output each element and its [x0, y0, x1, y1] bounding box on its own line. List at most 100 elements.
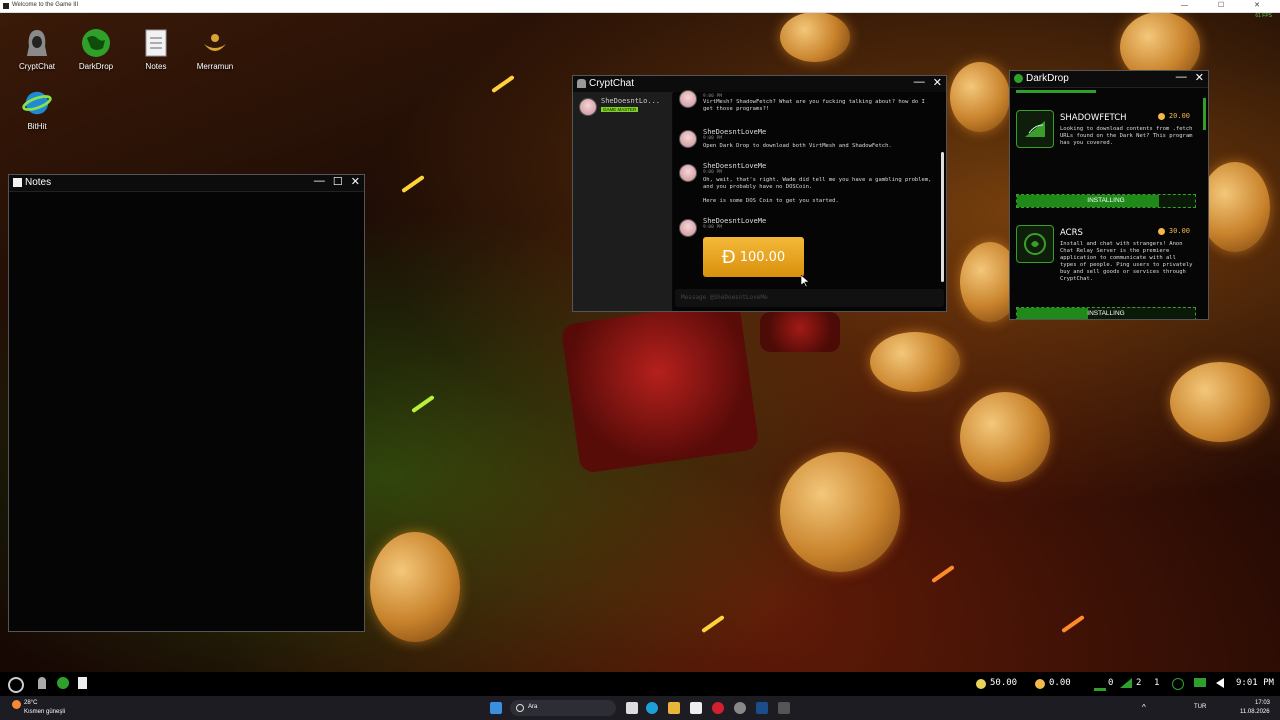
signal-icon: [1120, 678, 1132, 688]
search-placeholder: Ara: [528, 704, 538, 710]
taskbar-time[interactable]: 17:03: [1255, 700, 1270, 706]
doscoin-icon: [1035, 679, 1045, 689]
program-description: Install and chat with strangers! Anon Ch…: [1060, 241, 1193, 282]
desktop-icon-label: Notes: [145, 62, 167, 71]
search-icon: [516, 704, 524, 712]
os-window-controls[interactable]: — ☐ ✕: [1181, 1, 1274, 9]
program-name: SHADOWFETCH: [1060, 113, 1127, 123]
avatar: [679, 130, 697, 148]
tray-chevron-icon[interactable]: ^: [1142, 703, 1146, 712]
edge-icon[interactable]: [646, 702, 658, 714]
coin-icon: [1157, 112, 1165, 120]
weather-temp[interactable]: 28°C: [24, 700, 37, 706]
desktop-icon-notes[interactable]: Notes: [126, 28, 186, 71]
maximize-button[interactable]: ☐: [333, 175, 343, 188]
list-separator: [1016, 90, 1096, 93]
notes-titlebar[interactable]: Notes — ☐ ✕: [9, 175, 364, 192]
monitor-icon[interactable]: [1194, 678, 1206, 687]
desktop-icon-bithit[interactable]: BitHit: [7, 88, 67, 131]
install-progress-bar[interactable]: INSTALLING: [1016, 307, 1196, 319]
message-input[interactable]: Message @SheDoesntLoveMe: [675, 289, 944, 307]
doscoin-icon: Đ: [721, 246, 736, 268]
chat-scrollbar[interactable]: [941, 152, 944, 282]
clock-icon[interactable]: [1172, 678, 1184, 690]
chat-message: 9:00 PM VirtMesh? ShadowFetch? What are …: [677, 90, 937, 113]
wallpaper-spark: [931, 564, 955, 584]
hacker-icon: [22, 28, 52, 58]
network-b-value: 2: [1136, 678, 1142, 688]
globe-icon[interactable]: [57, 677, 69, 689]
message-text: Open Dark Drop to download both VirtMesh…: [703, 143, 892, 149]
contact-name: SheDoesntLo...: [601, 97, 661, 105]
message-time: 9:00 PM: [703, 170, 722, 175]
wallpaper-coin: [780, 452, 900, 572]
darkdrop-titlebar[interactable]: DarkDrop — ✕: [1010, 71, 1208, 88]
task-view-icon[interactable]: [626, 702, 638, 714]
chat-message: SheDoesntLoveMe 9:00 PM: [677, 217, 937, 237]
notepad-icon[interactable]: [78, 677, 87, 689]
windows-start-icon[interactable]: [490, 702, 502, 714]
wallpaper-dice: [760, 312, 840, 352]
wallpaper-coin: [1170, 362, 1270, 442]
message-text: Oh, wait, that's right. Wade did tell me…: [703, 177, 932, 204]
notepad-icon[interactable]: [690, 702, 702, 714]
taskbar-date[interactable]: 11.08.2026: [1240, 709, 1270, 715]
contacts-sidebar: SheDoesntLo... GAME MASTER: [573, 92, 672, 311]
os-taskbar: 28°C Kısmen güneşli Ara ^ TUR 17:03 11.0…: [0, 696, 1280, 720]
opera-icon[interactable]: [712, 702, 724, 714]
steam-icon[interactable]: [756, 702, 768, 714]
chat-message: SheDoesntLoveMe 9:00 PM Oh, wait, that's…: [677, 162, 937, 205]
coin-amount: 100.00: [739, 249, 786, 265]
close-button[interactable]: ✕: [1195, 71, 1204, 84]
hacker-icon[interactable]: [38, 677, 46, 689]
install-progress-bar[interactable]: INSTALLING: [1016, 194, 1196, 208]
avatar: [679, 219, 697, 237]
recorder-icon[interactable]: [734, 702, 746, 714]
message-time: 9:00 PM: [703, 136, 722, 141]
cryptchat-window[interactable]: CryptChat — ✕ SheDoesntLo... GAME MASTER…: [572, 75, 947, 312]
planet-icon: [22, 88, 52, 118]
darkdrop-title: DarkDrop: [1026, 73, 1069, 84]
desktop-icon-merramun[interactable]: Merramun: [185, 28, 245, 71]
speaker-icon[interactable]: [1216, 678, 1224, 688]
darkdrop-window[interactable]: DarkDrop — ✕ SHADOWFETCH 20.00 Looking t…: [1009, 70, 1209, 320]
notes-editor[interactable]: [9, 192, 364, 631]
message-text: VirtMesh? ShadowFetch? What are you fuck…: [703, 99, 929, 112]
desktop-icon-cryptchat[interactable]: CryptChat: [7, 28, 67, 71]
language-indicator[interactable]: TUR: [1194, 704, 1206, 710]
contact-item[interactable]: SheDoesntLo... GAME MASTER: [577, 96, 669, 118]
coin-transfer-card[interactable]: Đ 100.00: [703, 237, 804, 277]
wallpaper-coin: [960, 392, 1050, 482]
notes-window[interactable]: Notes — ☐ ✕: [8, 174, 365, 632]
weather-icon: [12, 700, 21, 709]
list-item: SHADOWFETCH 20.00 Looking to download co…: [1016, 110, 1196, 200]
globe-icon: [81, 28, 111, 58]
avatar: [679, 164, 697, 182]
folder-icon[interactable]: [668, 702, 680, 714]
wallpaper-spark: [1061, 614, 1085, 634]
program-name: ACRS: [1060, 228, 1083, 238]
relay-icon: [1016, 225, 1054, 263]
fetch-icon: [1016, 110, 1054, 148]
darkdrop-scrollbar[interactable]: [1203, 98, 1206, 130]
taskbar-search[interactable]: Ara: [510, 700, 616, 716]
close-button[interactable]: ✕: [933, 76, 942, 89]
wallpaper-coin: [780, 12, 850, 62]
program-price-value: 30.00: [1168, 227, 1190, 235]
count-value: 1: [1154, 678, 1160, 688]
cryptchat-window-controls: — ✕: [914, 76, 942, 89]
cryptchat-titlebar[interactable]: CryptChat — ✕: [573, 76, 946, 93]
power-icon[interactable]: [8, 677, 24, 693]
game-icon[interactable]: [778, 702, 790, 714]
close-button[interactable]: ✕: [351, 175, 360, 188]
install-status: INSTALLING: [1087, 197, 1125, 204]
minimize-button[interactable]: —: [314, 175, 325, 188]
sun-coin-icon: [976, 679, 986, 689]
desktop-icon-darkdrop[interactable]: DarkDrop: [66, 28, 126, 71]
game-status-bar: 50.00 0.00 0 2 1 9:01 PM: [0, 672, 1280, 696]
minimize-button[interactable]: —: [914, 76, 925, 89]
cryptchat-title: CryptChat: [589, 78, 635, 89]
desktop-icon-label: Merramun: [196, 62, 234, 71]
minimize-button[interactable]: —: [1176, 71, 1187, 84]
program-price: 30.00: [1157, 227, 1190, 235]
